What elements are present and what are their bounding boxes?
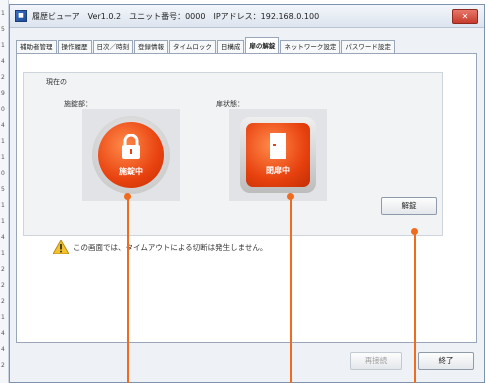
left-gutter-line-numbers: 1 5 1 4 2 9 0 4 1 1 0 5 1 1 4 1 2 2 2 1 …: [0, 0, 9, 383]
lock-status-label: 施錠部：: [64, 100, 92, 108]
timeout-notice: この画面では、タイムアウトによる切断は発生しません。: [53, 240, 267, 254]
callout-line-unlock: [414, 232, 416, 383]
gutter-number: 0: [1, 170, 5, 177]
gutter-number: 1: [1, 42, 5, 49]
door-status-indicator: 閉扉中: [240, 117, 316, 193]
gutter-number: 2: [1, 282, 5, 289]
tab-time-lock[interactable]: タイムロック: [169, 40, 216, 54]
lock-state-text: 施錠中: [119, 167, 143, 176]
gutter-number: 1: [1, 202, 5, 209]
gutter-number: 4: [1, 122, 5, 129]
tab-door-unlock[interactable]: 扉の解錠: [245, 37, 280, 54]
gutter-number: 4: [1, 346, 5, 353]
padlock-icon: [122, 134, 140, 159]
gutter-number: 5: [1, 26, 5, 33]
timeout-notice-text: この画面では、タイムアウトによる切断は発生しません。: [73, 242, 268, 252]
door-status-label: 扉状態：: [216, 100, 244, 108]
callout-line-lock: [127, 197, 129, 383]
gutter-number: 1: [1, 314, 5, 321]
callout-line-door: [290, 197, 292, 383]
door-status-tile: 閉扉中: [229, 109, 327, 201]
exit-button[interactable]: 終了: [418, 352, 474, 370]
group-label: 現在の: [46, 78, 67, 86]
tab-date-time[interactable]: 日次／時刻: [92, 40, 133, 54]
gutter-number: 1: [1, 10, 5, 17]
gutter-number: 1: [1, 250, 5, 257]
gutter-number: 0: [1, 106, 5, 113]
gutter-number: 1: [1, 218, 5, 225]
close-window-button[interactable]: ✕: [452, 9, 478, 24]
gutter-number: 4: [1, 58, 5, 65]
gutter-number: 4: [1, 234, 5, 241]
reconnect-button[interactable]: 再接続: [350, 352, 402, 370]
app-icon: ■: [15, 10, 27, 22]
tab-operation-history[interactable]: 操作履歴: [57, 40, 92, 54]
window-title: 履歴ビューア Ver1.0.2 ユニット番号：0000 IPアドレス：192.1…: [32, 11, 320, 21]
tab-network-settings[interactable]: ネットワーク設定: [280, 40, 341, 54]
status-group: 現在の 施錠部： 扉状態： 施錠中 閉扉中 解錠: [23, 72, 443, 236]
unlock-button[interactable]: 解錠: [381, 197, 437, 215]
gutter-number: 2: [1, 74, 5, 81]
gutter-number: 1: [1, 138, 5, 145]
title-bar[interactable]: ■ 履歴ビューア Ver1.0.2 ユニット番号：0000 IPアドレス：192…: [10, 5, 484, 28]
tab-day-config[interactable]: 日構成: [216, 40, 245, 54]
door-state-text: 閉扉中: [266, 166, 290, 175]
gutter-number: 2: [1, 266, 5, 273]
gutter-number: 4: [1, 330, 5, 337]
gutter-number: 1: [1, 154, 5, 161]
warning-triangle-icon: [53, 240, 69, 254]
gutter-number: 2: [1, 362, 5, 369]
tab-registration-info[interactable]: 登録情報: [134, 40, 168, 54]
gutter-number: 9: [1, 90, 5, 97]
lock-status-indicator: 施錠中: [92, 116, 170, 194]
gutter-number: 2: [1, 298, 5, 305]
gutter-number: 5: [1, 186, 5, 193]
tab-bar: 補助者管理 操作履歴 日次／時刻 登録情報 タイムロック 日構成 扉の解錠 ネッ…: [16, 37, 396, 54]
lock-status-tile: 施錠中: [82, 109, 180, 201]
door-icon: [270, 133, 286, 159]
tab-assistant-management[interactable]: 補助者管理: [16, 40, 57, 54]
tab-password-settings[interactable]: パスワード設定: [341, 40, 395, 54]
